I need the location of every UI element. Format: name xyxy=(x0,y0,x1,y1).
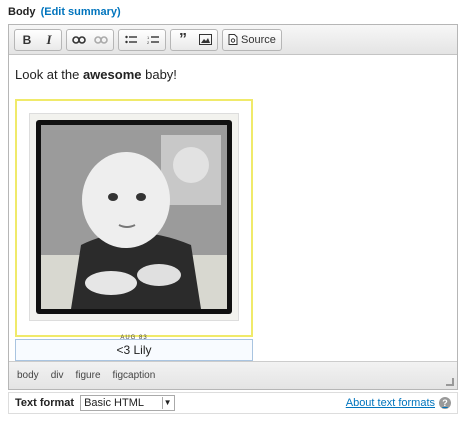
about-text-formats-link[interactable]: About text formats ? xyxy=(346,397,451,409)
paragraph-text-end: baby! xyxy=(141,67,177,82)
field-label: Body (Edit summary) xyxy=(8,6,121,18)
figure[interactable]: AUG 83 xyxy=(15,99,253,341)
numbered-list-icon: 1 2 xyxy=(147,35,159,45)
text-format-select[interactable]: Basic HTML ▼ xyxy=(80,395,176,411)
paragraph-bold-text: awesome xyxy=(82,67,142,82)
source-icon xyxy=(228,34,238,45)
baby-photo: AUG 83 xyxy=(29,113,239,341)
svg-text:2: 2 xyxy=(147,40,150,45)
path-figcaption[interactable]: figcaption xyxy=(113,370,156,381)
image-icon xyxy=(198,34,212,45)
unlink-button[interactable] xyxy=(90,30,112,50)
editor-toolbar: B I 1 2 ” Source xyxy=(9,25,457,55)
text-format-selected: Basic HTML xyxy=(84,397,144,409)
image-button[interactable] xyxy=(194,30,216,50)
path-body[interactable]: body xyxy=(17,370,39,381)
link-group xyxy=(66,28,114,51)
italic-button[interactable]: I xyxy=(38,30,60,50)
text-format-label: Text format xyxy=(15,397,75,409)
insert-group: ” xyxy=(170,28,218,51)
element-path-bar: body div figure figcaption xyxy=(9,361,457,389)
list-group: 1 2 xyxy=(118,28,166,51)
source-label: Source xyxy=(241,33,276,46)
text-format-row: Text format Basic HTML ▼ About text form… xyxy=(8,392,458,414)
photo-illustration xyxy=(41,125,227,309)
paragraph-text: Look at the xyxy=(15,67,83,82)
help-icon: ? xyxy=(439,397,451,409)
quote-icon: ” xyxy=(179,30,187,48)
source-button[interactable]: Source xyxy=(224,30,280,50)
edit-summary-link[interactable]: (Edit summary) xyxy=(41,6,121,18)
bulleted-list-button[interactable] xyxy=(120,30,142,50)
path-div[interactable]: div xyxy=(51,370,64,381)
format-group: B I xyxy=(14,28,62,51)
about-text-formats-label: About text formats xyxy=(345,397,435,409)
link-icon xyxy=(72,35,86,44)
blockquote-button[interactable]: ” xyxy=(172,30,194,50)
rich-text-editor: B I 1 2 ” Source Look at the awesome bab… xyxy=(8,24,458,390)
editor-content[interactable]: Look at the awesome baby! AUG 83 <3 Lily xyxy=(9,55,457,361)
paragraph: Look at the awesome baby! xyxy=(15,67,451,82)
link-button[interactable] xyxy=(68,30,90,50)
field-label-text: Body xyxy=(8,6,36,18)
source-group: Source xyxy=(222,28,282,51)
photo-image xyxy=(41,125,227,309)
dropdown-arrow-icon: ▼ xyxy=(162,397,172,409)
photo-border xyxy=(36,120,232,314)
bulleted-list-icon xyxy=(125,35,137,43)
numbered-list-button[interactable]: 1 2 xyxy=(142,30,164,50)
unlink-icon xyxy=(94,35,108,44)
path-figure[interactable]: figure xyxy=(75,370,100,381)
figcaption-input[interactable]: <3 Lily xyxy=(15,339,253,361)
bold-button[interactable]: B xyxy=(16,30,38,50)
resize-handle-icon[interactable] xyxy=(446,378,454,386)
